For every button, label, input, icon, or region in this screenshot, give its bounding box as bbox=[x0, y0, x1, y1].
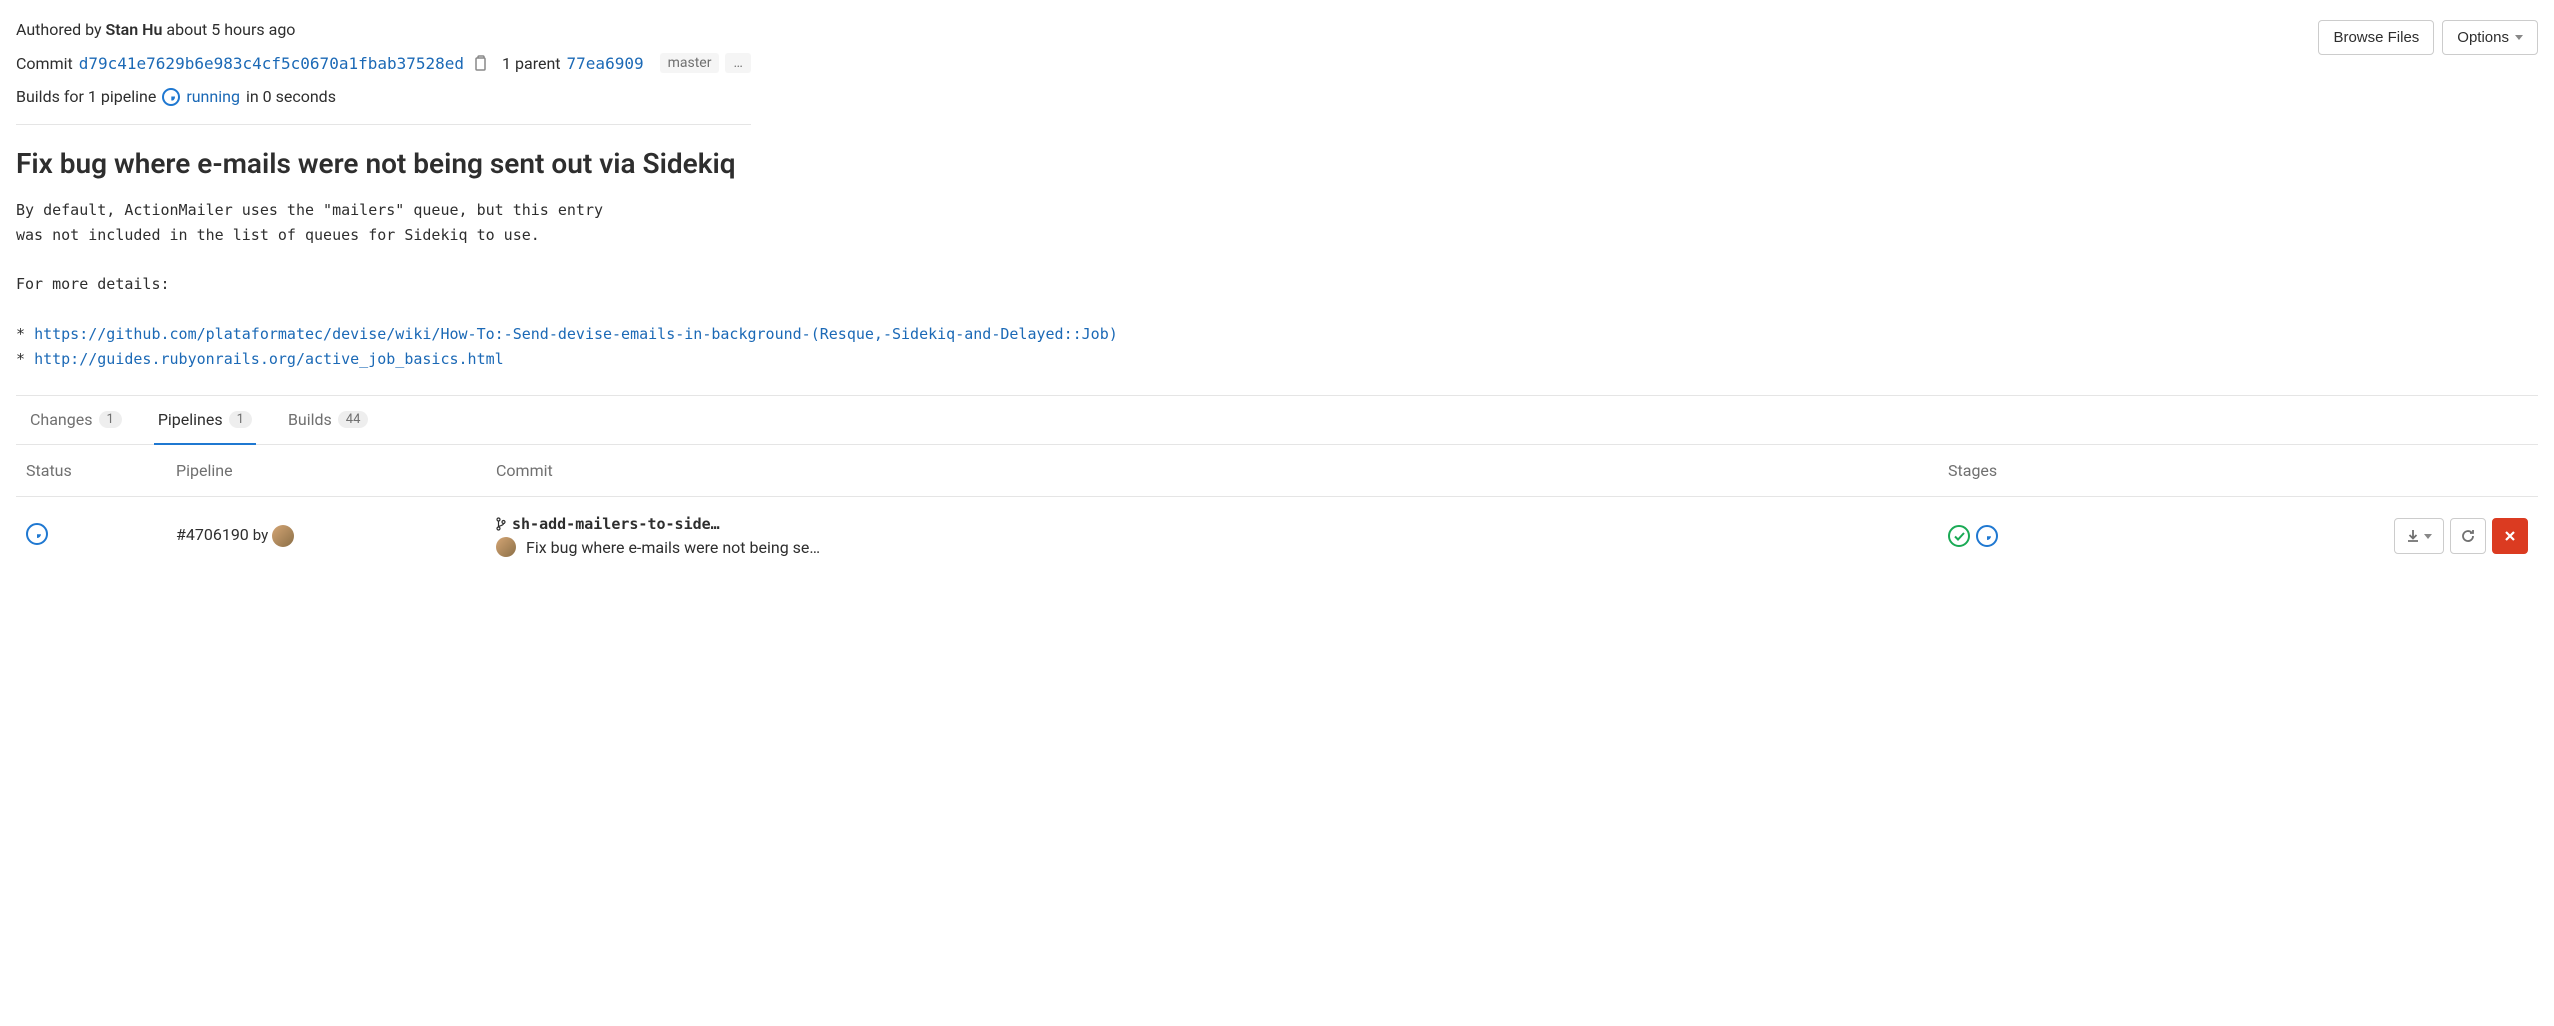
authored-prefix: Authored by bbox=[16, 20, 102, 39]
commit-sha[interactable]: d79c41e7629b6e983c4cf5c0670a1fbab37528ed bbox=[79, 54, 464, 73]
commit-label: Commit bbox=[16, 54, 73, 73]
retry-icon bbox=[2460, 528, 2476, 544]
builds-prefix: Builds for 1 pipeline bbox=[16, 87, 156, 106]
tab-count: 1 bbox=[99, 411, 122, 428]
authored-time: about 5 hours ago bbox=[166, 20, 295, 39]
commit-message[interactable]: Fix bug where e-mails were not being se… bbox=[526, 538, 820, 557]
browse-files-label: Browse Files bbox=[2333, 29, 2419, 46]
tab-builds[interactable]: Builds 44 bbox=[284, 396, 372, 445]
download-artifacts-button[interactable] bbox=[2394, 518, 2444, 554]
commit-meta-line: Commit d79c41e7629b6e983c4cf5c0670a1fbab… bbox=[16, 53, 751, 73]
tab-label: Builds bbox=[288, 410, 332, 429]
tab-count: 44 bbox=[338, 411, 369, 428]
pipeline-id[interactable]: #4706190 bbox=[176, 525, 253, 544]
table-row: #4706190 by sh-add-mailers-to-side… Fix … bbox=[16, 497, 2538, 575]
close-icon bbox=[2504, 530, 2516, 542]
parent-sha[interactable]: 77ea6909 bbox=[567, 54, 644, 73]
header-pipeline: Pipeline bbox=[176, 461, 496, 480]
tab-count: 1 bbox=[229, 411, 252, 428]
commit-description: By default, ActionMailer uses the "maile… bbox=[16, 198, 2538, 396]
options-label: Options bbox=[2457, 29, 2509, 46]
running-icon bbox=[162, 88, 180, 106]
download-icon bbox=[2406, 529, 2420, 543]
builds-status-line: Builds for 1 pipeline running in 0 secon… bbox=[16, 87, 751, 125]
tab-label: Changes bbox=[30, 410, 93, 429]
table-header: Status Pipeline Commit Stages bbox=[16, 445, 2538, 497]
clipboard-icon[interactable] bbox=[470, 53, 490, 73]
avatar[interactable] bbox=[496, 537, 516, 557]
tab-changes[interactable]: Changes 1 bbox=[26, 396, 126, 445]
tab-label: Pipelines bbox=[158, 410, 223, 429]
header-status: Status bbox=[26, 461, 176, 480]
avatar[interactable] bbox=[272, 525, 294, 547]
retry-button[interactable] bbox=[2450, 518, 2486, 554]
builds-suffix: in 0 seconds bbox=[246, 87, 336, 106]
by-label: by bbox=[253, 526, 268, 544]
desc-line: was not included in the list of queues f… bbox=[16, 226, 540, 244]
tab-pipelines[interactable]: Pipelines 1 bbox=[154, 396, 256, 445]
branch-badge[interactable]: master bbox=[660, 53, 720, 73]
commit-title: Fix bug where e-mails were not being sen… bbox=[16, 147, 2538, 180]
stage-running-icon[interactable] bbox=[1976, 525, 1998, 547]
pipeline-id-text: #4706190 bbox=[176, 525, 249, 544]
reference-link[interactable]: http://guides.rubyonrails.org/active_job… bbox=[34, 350, 504, 368]
stage-success-icon[interactable] bbox=[1948, 525, 1970, 547]
builds-status[interactable]: running bbox=[186, 87, 240, 106]
pipeline-table: Status Pipeline Commit Stages #4706190 b… bbox=[16, 445, 2538, 575]
authored-line: Authored by Stan Hu about 5 hours ago bbox=[16, 20, 751, 39]
header-commit: Commit bbox=[496, 461, 1948, 480]
caret-down-icon bbox=[2515, 35, 2523, 40]
author-name[interactable]: Stan Hu bbox=[106, 20, 163, 39]
desc-line: For more details: bbox=[16, 275, 170, 293]
caret-down-icon bbox=[2424, 534, 2432, 539]
browse-files-button[interactable]: Browse Files bbox=[2318, 20, 2434, 55]
branch-icon bbox=[496, 517, 506, 531]
desc-line: By default, ActionMailer uses the "maile… bbox=[16, 201, 603, 219]
branch-name[interactable]: sh-add-mailers-to-side… bbox=[512, 515, 720, 533]
cancel-button[interactable] bbox=[2492, 518, 2528, 554]
header-stages: Stages bbox=[1948, 461, 2358, 480]
status-running-icon[interactable] bbox=[26, 523, 48, 545]
more-refs-badge[interactable]: … bbox=[725, 53, 750, 73]
tabs: Changes 1 Pipelines 1 Builds 44 bbox=[16, 396, 2538, 445]
parent-label: 1 parent bbox=[502, 54, 560, 73]
options-button[interactable]: Options bbox=[2442, 20, 2538, 55]
reference-link[interactable]: https://github.com/plataformatec/devise/… bbox=[34, 325, 1118, 343]
